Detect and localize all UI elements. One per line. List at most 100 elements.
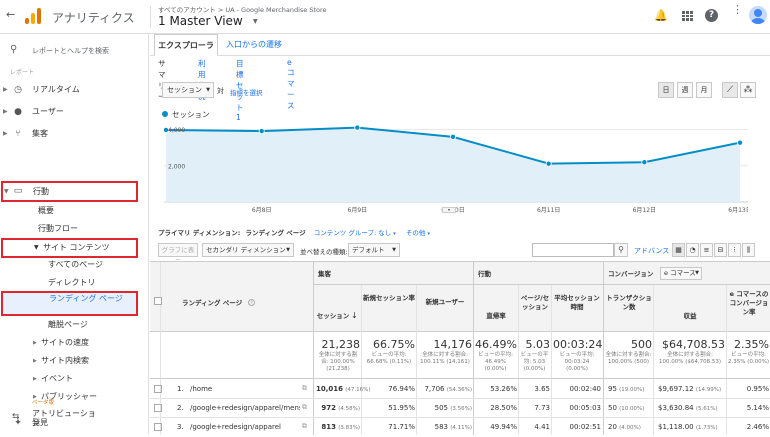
notifications-bell-icon[interactable]: 🔔 bbox=[654, 9, 668, 22]
chart-data-point[interactable] bbox=[641, 159, 648, 166]
help-icon[interactable]: ? bbox=[705, 9, 718, 22]
view-dropdown-caret-icon[interactable]: ▼ bbox=[253, 18, 258, 25]
row-conv-rate: 5.14% bbox=[746, 404, 769, 412]
sidebar-item-acquisition[interactable]: ▶ ⑂ 集客 bbox=[0, 123, 149, 145]
other-dimension-link[interactable]: その他 bbox=[406, 229, 426, 237]
sidebar-item-directory[interactable]: ディレクトリ bbox=[0, 273, 149, 293]
sidebar-item-exit-pages[interactable]: 離脱ページ bbox=[0, 315, 149, 335]
chevron-down-icon: ▼ bbox=[286, 247, 290, 253]
col-header-bounce-rate[interactable]: 直帰率 bbox=[476, 312, 516, 321]
sidebar-item-publisher[interactable]: ▶ パブリッシャー bbox=[0, 387, 149, 407]
advanced-filter-link[interactable]: アドバンス bbox=[634, 246, 669, 256]
tab-entry-path[interactable]: 入口からの遷移 bbox=[222, 34, 286, 56]
sidebar-item-behavior[interactable]: ▼ ▭ 行動 bbox=[1, 181, 138, 202]
chart-data-point[interactable] bbox=[354, 124, 361, 131]
view-selector[interactable]: 1 Master View bbox=[158, 14, 243, 28]
percentage-view-icon[interactable]: ◔ bbox=[686, 243, 699, 257]
col-header-avg-session-duration[interactable]: 平均セッション時間 bbox=[553, 294, 601, 312]
sort-type-label: 並べ替えの種類: bbox=[300, 248, 348, 256]
tab-explorer[interactable]: エクスプローラ bbox=[154, 34, 218, 56]
motion-chart-toggle-icon[interactable]: ⁂ bbox=[740, 82, 756, 98]
sort-type-select[interactable]: デフォルト ▼ bbox=[348, 243, 400, 257]
sidebar-item-all-pages[interactable]: すべてのページ bbox=[0, 255, 149, 275]
expand-caret-icon: ▶ bbox=[3, 108, 8, 115]
col-header-transactions[interactable]: トランザクション数 bbox=[606, 294, 652, 312]
behavior-icon: ▭ bbox=[13, 186, 23, 196]
col-header-new-users[interactable]: 新規ユーザー bbox=[418, 298, 472, 307]
chart-data-point[interactable] bbox=[449, 133, 456, 140]
row-page-link[interactable]: /home bbox=[190, 385, 212, 393]
col-header-ecommerce-conv-rate[interactable]: e コマースのコンバージョン率 bbox=[728, 290, 770, 317]
week-button[interactable]: 週 bbox=[677, 82, 693, 98]
chart-x-tick-label: 6月12日 bbox=[633, 207, 656, 214]
term-cloud-view-icon[interactable]: ⁝ bbox=[728, 243, 741, 257]
select-all-checkbox[interactable] bbox=[154, 297, 162, 305]
open-page-icon[interactable]: ⧉ bbox=[302, 384, 307, 393]
sidebar-item-realtime[interactable]: ▶ ◷ リアルタイム bbox=[0, 79, 149, 101]
content-group-link[interactable]: コンテンツ グループ: なし bbox=[314, 229, 391, 237]
row-revenue: $9,697.12 (14.99%) bbox=[658, 385, 722, 393]
sidebar-item-site-speed[interactable]: ▶ サイトの速度 bbox=[0, 333, 149, 353]
legend-dot bbox=[162, 111, 168, 117]
back-arrow-icon[interactable]: ← bbox=[6, 8, 15, 21]
sidebar-search-input[interactable]: レポートとヘルプを検索 bbox=[32, 46, 109, 56]
table-row[interactable]: 2. /google+redesign/apparel/mens ⧉ 972 (… bbox=[150, 399, 770, 418]
sidebar-item-overview[interactable]: 概要 bbox=[0, 201, 149, 221]
pivot-view-icon[interactable]: ⫼ bbox=[742, 243, 755, 257]
row-checkbox[interactable] bbox=[154, 404, 162, 412]
table-search-input[interactable] bbox=[532, 243, 614, 257]
open-page-icon[interactable]: ⧉ bbox=[302, 422, 307, 431]
row-checkbox[interactable] bbox=[154, 385, 162, 393]
comparison-view-icon[interactable]: ⊟ bbox=[714, 243, 727, 257]
apps-grid-icon[interactable] bbox=[682, 11, 693, 21]
expand-caret-icon: ▶ bbox=[33, 358, 37, 364]
col-header-revenue[interactable]: 収益 bbox=[655, 312, 725, 321]
chart-data-point[interactable] bbox=[545, 160, 552, 167]
conversion-type-select[interactable]: e コマース ▼ bbox=[660, 267, 702, 280]
open-page-icon[interactable]: ⧉ bbox=[302, 403, 307, 412]
row-page-link[interactable]: /google+redesign/apparel/mens bbox=[190, 404, 300, 412]
primary-dimension-label: プライマリ ディメンション: bbox=[158, 229, 241, 237]
row-avg-duration: 00:02:51 bbox=[569, 423, 601, 431]
total-new-users-sub: 全体に対する割合: 100.11% (14,161) bbox=[420, 352, 470, 365]
table-search-button[interactable]: ⚲ bbox=[614, 243, 628, 257]
sidebar-item-landing-pages[interactable]: ランディング ページ bbox=[1, 291, 138, 316]
group-behavior: 行動 bbox=[478, 270, 491, 278]
more-options-icon[interactable]: ⋮ bbox=[732, 4, 743, 15]
chart-resize-handle[interactable]: ▾ bbox=[442, 207, 456, 213]
analytics-logo[interactable] bbox=[25, 8, 41, 24]
col-header-new-session-rate[interactable]: 新規セッション率 bbox=[363, 294, 415, 303]
account-breadcrumb[interactable]: すべてのアカウント > UA - Google Merchandise Stor… bbox=[158, 4, 327, 14]
col-header-sessions[interactable]: セッション bbox=[316, 312, 350, 321]
totals-row: 21,238 全体に対する割合: 100.00% (21,238) 66.75%… bbox=[150, 333, 770, 379]
plot-rows-button[interactable]: グラフに表示 bbox=[158, 243, 198, 266]
table-row[interactable]: 1. /home ⧉ 10,016 (47.16%) 76.94% 7,706 … bbox=[150, 380, 770, 399]
row-checkbox[interactable] bbox=[154, 423, 162, 431]
account-avatar[interactable] bbox=[749, 6, 767, 24]
chart-data-point[interactable] bbox=[737, 139, 744, 146]
col-header-pages-per-session[interactable]: ページ/セッション bbox=[520, 294, 550, 312]
sidebar-item-events[interactable]: ▶ イベント bbox=[0, 369, 149, 389]
total-avg-duration: 00:03:24 bbox=[553, 338, 603, 351]
table-row[interactable]: 3. /google+redesign/apparel ⧉ 813 (3.83%… bbox=[150, 418, 770, 437]
performance-view-icon[interactable]: ≡ bbox=[700, 243, 713, 257]
month-button[interactable]: 月 bbox=[696, 82, 712, 98]
chart-data-point[interactable] bbox=[258, 128, 265, 135]
sidebar-item-discover[interactable]: ✦ 発見 bbox=[0, 412, 149, 434]
row-page-link[interactable]: /google+redesign/apparel bbox=[190, 423, 281, 431]
group-acquisition: 集客 bbox=[318, 270, 331, 278]
content-group-caret-icon: ▾ bbox=[393, 231, 396, 237]
day-button[interactable]: 日 bbox=[658, 82, 674, 98]
sidebar-item-site-search[interactable]: ▶ サイト内検索 bbox=[0, 351, 149, 371]
row-sessions: 972 (4.58%) bbox=[321, 404, 360, 412]
line-chart-toggle-icon[interactable]: ⟋ bbox=[722, 82, 738, 98]
table-view-icon[interactable]: ▦ bbox=[672, 243, 685, 257]
select-metric-link[interactable]: 指標を選択 bbox=[230, 87, 263, 97]
col-header-landing-page[interactable]: ランディング ページ bbox=[182, 299, 242, 308]
sidebar-item-audience[interactable]: ▶ ● ユーザー bbox=[0, 101, 149, 123]
metric-select[interactable]: セッション ▼ bbox=[162, 82, 214, 98]
row-new-session-rate: 76.94% bbox=[388, 385, 415, 393]
sidebar-item-behavior-flow[interactable]: 行動フロー bbox=[0, 219, 149, 239]
subtab-ecommerce[interactable]: e コマース bbox=[287, 58, 295, 111]
secondary-dimension-select[interactable]: セカンダリ ディメンション ▼ bbox=[202, 243, 294, 257]
